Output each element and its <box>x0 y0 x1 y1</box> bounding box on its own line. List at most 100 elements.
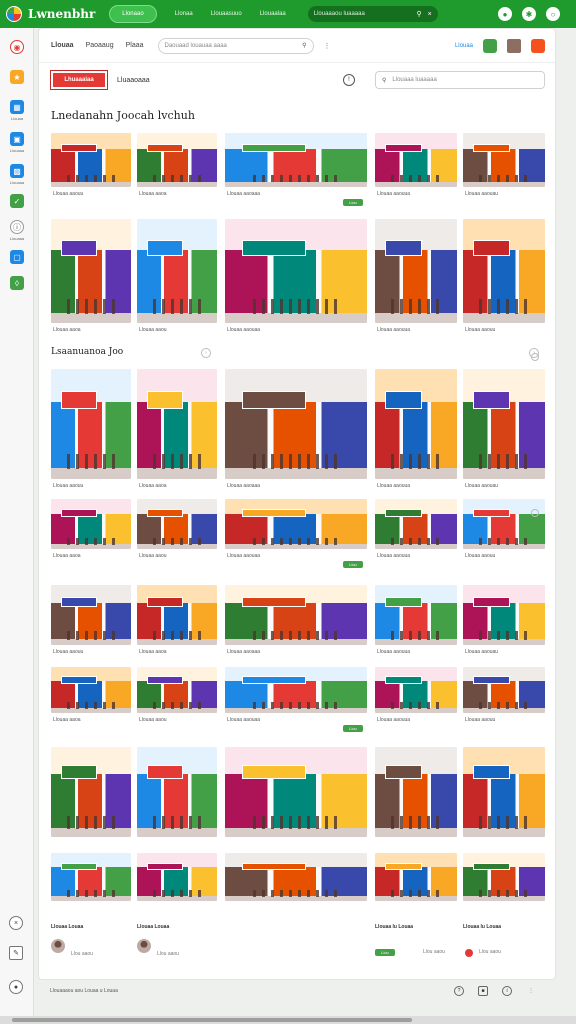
tile-caption[interactable]: Llouaa aaoa <box>139 483 167 489</box>
tile-caption[interactable]: Llouaa aaoa <box>53 553 81 559</box>
tile-caption[interactable]: Llouaa aaouu <box>465 717 495 723</box>
store-thumbnail[interactable] <box>463 585 545 645</box>
store-thumbnail[interactable] <box>375 133 457 187</box>
top-nav-link-3[interactable]: Llouaalaa <box>260 11 286 17</box>
store-thumbnail[interactable] <box>463 499 545 549</box>
rail-item-store[interactable]: ▩ Llouaaa <box>8 164 26 185</box>
tile-caption[interactable]: Llouaa aaouu <box>53 483 83 489</box>
store-thumbnail[interactable] <box>137 369 217 479</box>
sub-search-input[interactable]: ⚲ Llouaaa luaaaaa <box>375 71 545 89</box>
info-icon[interactable]: ! <box>343 74 355 86</box>
tile-caption[interactable]: Llouaa aaouua <box>377 483 410 489</box>
rail-item-info[interactable]: ⓘ Llouaaa <box>8 220 26 241</box>
card-title[interactable]: Llouaa lu Louaa <box>375 924 413 930</box>
store-thumbnail[interactable] <box>375 585 457 645</box>
settings-icon[interactable]: ✱ <box>522 7 536 21</box>
store-thumbnail[interactable] <box>225 667 367 713</box>
store-thumbnail[interactable] <box>225 369 367 479</box>
tile-caption[interactable]: Llouaa aaouua <box>377 553 410 559</box>
store-thumbnail[interactable] <box>375 747 457 837</box>
store-thumbnail[interactable] <box>375 219 457 323</box>
store-thumbnail[interactable] <box>225 853 367 901</box>
horizontal-scrollbar[interactable] <box>0 1016 576 1024</box>
store-thumbnail[interactable] <box>375 667 457 713</box>
close-icon[interactable]: × <box>9 916 23 930</box>
store-thumbnail[interactable] <box>51 133 131 187</box>
top-nav-pill[interactable]: Llonaao <box>109 5 157 23</box>
tile-caption[interactable]: Llouaa aaouaa <box>227 327 260 333</box>
card-title[interactable]: Llouaa lu Louaa <box>463 924 501 930</box>
tile-caption[interactable]: Llouaa aaou <box>139 717 167 723</box>
rail-item-grid[interactable]: ▦ Llouaa <box>8 100 26 121</box>
store-thumbnail[interactable] <box>137 747 217 837</box>
store-thumbnail[interactable] <box>463 853 545 901</box>
store-thumbnail[interactable] <box>225 747 367 837</box>
tile-caption[interactable]: Llouaa aaouu <box>465 327 495 333</box>
notification-icon[interactable] <box>531 38 545 53</box>
tile-caption[interactable]: Llouaa aaouua <box>377 649 410 655</box>
store-thumbnail[interactable] <box>137 585 217 645</box>
help-icon[interactable]: ? <box>454 986 464 996</box>
options-icon[interactable]: ⋮ <box>324 42 331 50</box>
tile-caption[interactable]: Llouaa aaouua <box>377 327 410 333</box>
store-thumbnail[interactable] <box>51 853 131 901</box>
store-thumbnail[interactable] <box>51 585 131 645</box>
user-icon[interactable]: ● <box>9 980 23 994</box>
tile-caption[interactable]: Llouaa aaouu <box>53 191 83 197</box>
tile-caption[interactable]: Llouaa aaou <box>139 327 167 333</box>
more-icon[interactable] <box>531 353 539 361</box>
rail-item-chat[interactable]: ▢ <box>8 250 26 264</box>
tile-caption[interactable]: Llouaa aaoaaa <box>227 483 260 489</box>
store-thumbnail[interactable] <box>463 219 545 323</box>
profile-icon[interactable]: ○ <box>546 7 560 21</box>
tile-caption[interactable]: Llouaa aaouaa <box>227 717 260 723</box>
tab-programs[interactable]: Paoaaug <box>86 42 114 49</box>
edit-icon[interactable]: ✎ <box>9 946 23 960</box>
card-title[interactable]: Llouaa Louaa <box>51 924 83 930</box>
store-thumbnail[interactable] <box>137 219 217 323</box>
tile-caption[interactable]: Llouaa aaou <box>139 553 167 559</box>
tab-places[interactable]: Plaaa <box>126 42 144 49</box>
tile-caption[interactable]: Llouaa aaouau <box>465 649 498 655</box>
store-thumbnail[interactable] <box>463 667 545 713</box>
more-icon[interactable] <box>531 509 539 517</box>
store-thumbnail[interactable] <box>375 853 457 901</box>
store-thumbnail[interactable] <box>375 499 457 549</box>
tile-caption[interactable]: Llouaa aaoaaa <box>227 191 260 197</box>
tile-caption[interactable]: Llouaa aaoa <box>139 191 167 197</box>
bell-icon[interactable]: ● <box>498 7 512 21</box>
tile-caption[interactable]: Llouaa aaoaaa <box>227 649 260 655</box>
card-title[interactable]: Llouaa Louaa <box>137 924 169 930</box>
tab-home[interactable]: Llouaa <box>51 42 74 49</box>
rail-item-star[interactable]: ★ <box>8 70 26 84</box>
store-thumbnail[interactable] <box>51 747 131 837</box>
store-thumbnail[interactable] <box>375 369 457 479</box>
more-icon[interactable]: ⋮ <box>526 986 536 996</box>
tile-caption[interactable]: Llouaa aaoa <box>53 327 81 333</box>
store-thumbnail[interactable] <box>137 499 217 549</box>
store-thumbnail[interactable] <box>51 667 131 713</box>
rail-item-tag[interactable]: ◊ <box>8 276 26 290</box>
store-thumbnail[interactable] <box>463 369 545 479</box>
store-thumbnail[interactable] <box>137 133 217 187</box>
store-thumbnail[interactable] <box>51 499 131 549</box>
store-thumbnail[interactable] <box>137 667 217 713</box>
store-thumbnail[interactable] <box>225 133 367 187</box>
rail-item-check[interactable]: ✓ <box>8 194 26 208</box>
tile-caption[interactable]: Llouaa aaouua <box>377 717 410 723</box>
rail-item-bag[interactable]: ▣ Llouaaa <box>8 132 26 153</box>
tile-caption[interactable]: Llouaa aaouu <box>53 649 83 655</box>
store-thumbnail[interactable] <box>51 369 131 479</box>
store-thumbnail[interactable] <box>463 747 545 837</box>
store-thumbnail[interactable] <box>225 585 367 645</box>
top-search-input[interactable]: Llouaaaou luaaaaa ⚲ × <box>307 6 438 22</box>
scrollbar-thumb[interactable] <box>12 1018 412 1022</box>
tile-caption[interactable]: Llouaa aaouu <box>465 553 495 559</box>
tile-caption[interactable]: Llouaa aaouau <box>465 483 498 489</box>
store-thumbnail[interactable] <box>137 853 217 901</box>
store-thumbnail[interactable] <box>51 219 131 323</box>
brand-badge[interactable]: Lhuaaaiaa <box>50 70 108 90</box>
tile-caption[interactable]: Llouaa aaouua <box>377 191 410 197</box>
store-thumbnail[interactable] <box>225 499 367 549</box>
more-icon[interactable]: › <box>201 348 211 358</box>
